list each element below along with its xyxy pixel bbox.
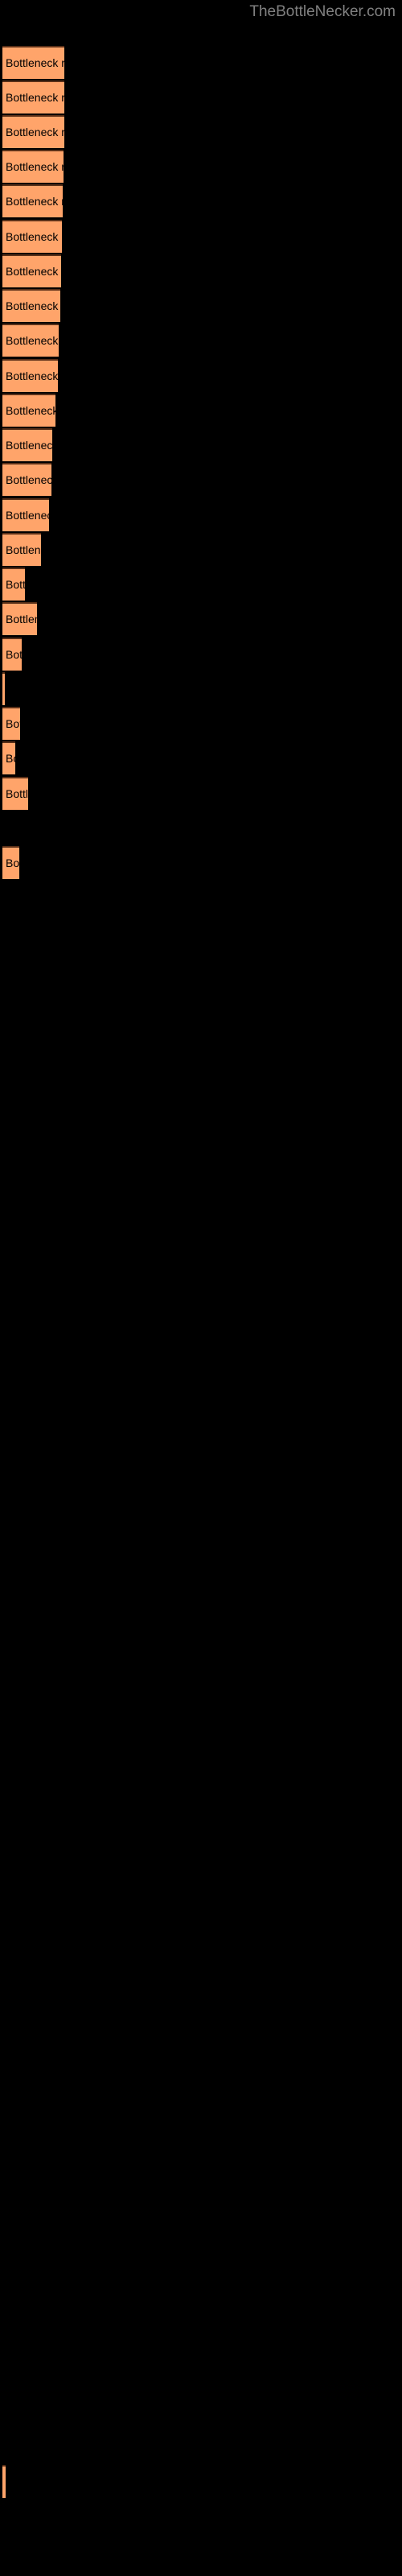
bottleneck-bar[interactable]: Bottleneck result: [2, 777, 28, 810]
bottleneck-bar[interactable]: Bottleneck result: [2, 533, 41, 566]
bottleneck-bar[interactable]: Bottleneck result: [2, 428, 52, 461]
bar-label: Bottleneck result: [6, 857, 19, 869]
bottleneck-bar[interactable]: Bottleneck result: [2, 568, 25, 601]
bottleneck-bar[interactable]: Bottleneck result: [2, 602, 37, 635]
bottleneck-bar[interactable]: Bottleneck result: [2, 846, 19, 879]
bottleneck-bar[interactable]: Bottleneck result: [2, 46, 64, 79]
bottleneck-bar[interactable]: Bottleneck result: [2, 672, 5, 705]
bar-label: Bottleneck result: [6, 91, 64, 104]
bottleneck-bar[interactable]: Bottleneck result: [2, 324, 59, 357]
bottleneck-bar[interactable]: Bottleneck result: [2, 254, 61, 287]
bottleneck-bar[interactable]: Bottleneck result: [2, 220, 62, 253]
bar-label: Bottleneck result: [6, 230, 62, 243]
bar-label: Bottleneck result: [6, 717, 20, 730]
bottleneck-bar[interactable]: Bottleneck result: [2, 463, 51, 496]
bottleneck-bar[interactable]: Bottleneck result: [2, 498, 49, 531]
bar-label: Bottleneck result: [6, 126, 64, 138]
bar-label: Bottleneck result: [6, 334, 59, 347]
bar-label: Bottleneck result: [6, 195, 63, 208]
bottleneck-bar[interactable]: Bottleneck result: [2, 150, 64, 183]
bottleneck-bar[interactable]: Bottleneck result: [2, 638, 22, 671]
bottleneck-bar[interactable]: Bottleneck result: [2, 359, 58, 392]
bar-label: Bottleneck result: [6, 473, 51, 486]
bar-label: Bottleneck result: [6, 404, 55, 417]
bottleneck-bar[interactable]: Bottleneck result: [2, 115, 64, 148]
bar-label: Bottleneck result: [6, 648, 22, 661]
bottleneck-bar-chart: Bottleneck result Bottleneck result Bottle…: [0, 0, 402, 2576]
bar-label: Bottleneck result: [6, 439, 52, 452]
bar-label: Bottleneck result: [6, 265, 61, 278]
bar-label: Bottleneck result: [6, 752, 15, 765]
bar-label: Bottleneck result: [6, 509, 49, 522]
bottleneck-bar[interactable]: Bottleneck result: [2, 707, 20, 740]
bar-label: Bottleneck result: [6, 299, 60, 312]
bar-label: Bottleneck result: [6, 613, 37, 625]
bottleneck-bar[interactable]: Bottleneck result: [2, 184, 63, 217]
bar-label: Bottleneck result: [6, 543, 41, 556]
bar-label: Bottleneck result: [6, 578, 25, 591]
bar-label: Bottleneck result: [6, 160, 64, 173]
bottleneck-bar[interactable]: Bottleneck result: [2, 741, 15, 774]
bar-label: Bottleneck result: [6, 56, 64, 69]
bottleneck-bar[interactable]: Bottleneck result: [2, 289, 60, 322]
bottleneck-bar[interactable]: Bottleneck result: [2, 80, 64, 114]
bottleneck-bar[interactable]: Bottleneck result: [2, 394, 55, 427]
bottleneck-bar[interactable]: Bottleneck result: [2, 2465, 6, 2498]
bar-label: Bottleneck result: [6, 787, 28, 800]
bar-label: Bottleneck result: [6, 369, 58, 382]
